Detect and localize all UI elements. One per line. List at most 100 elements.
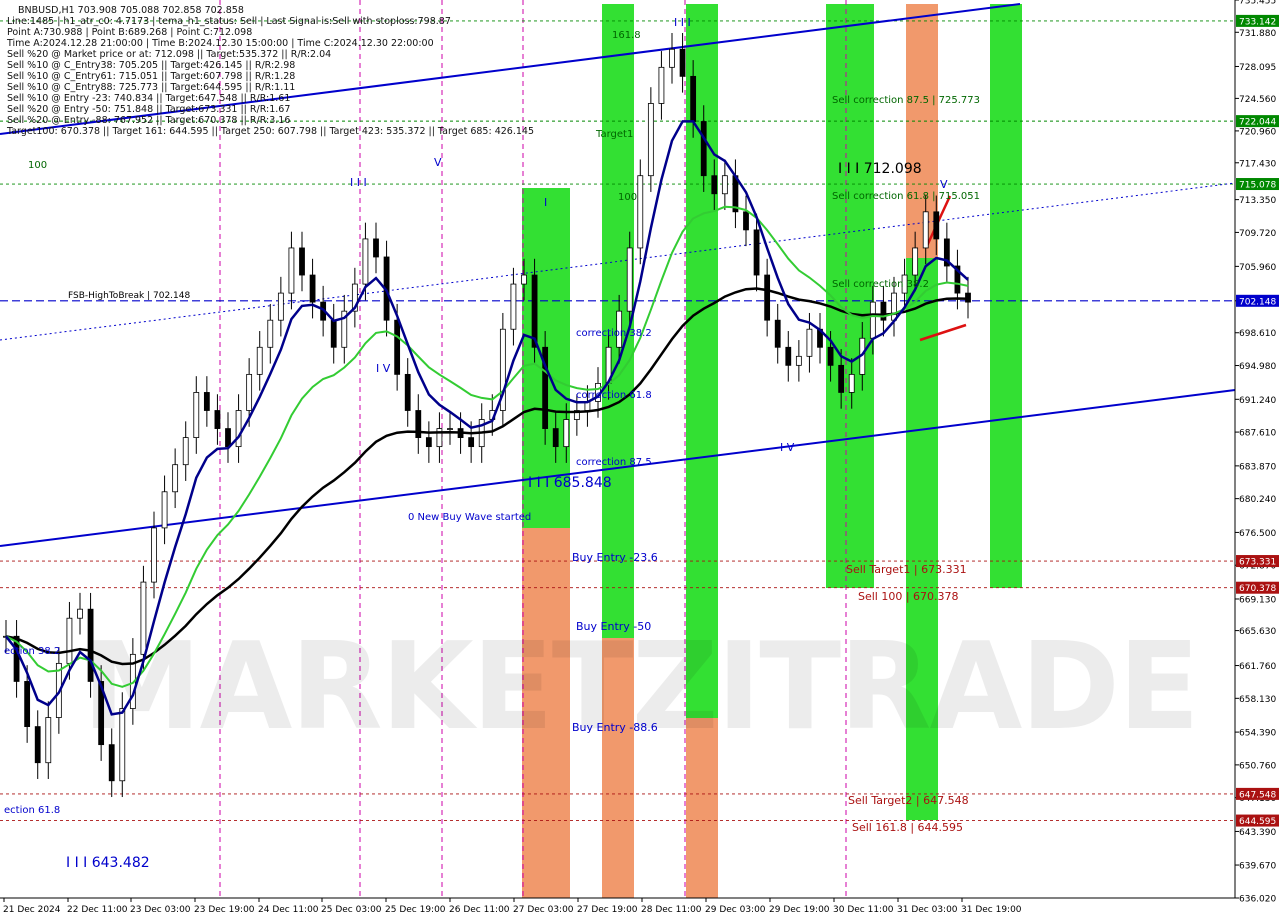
annotation-label: I V <box>376 362 391 375</box>
candle <box>214 410 221 429</box>
info-line: Sell %10 @ C_Entry38: 705.205 || Target:… <box>7 60 295 71</box>
y-tick-label: 720.960 <box>1239 127 1276 137</box>
x-tick-label: 23 Dec 19:00 <box>194 905 255 915</box>
annotation-label: I I I 685.848 <box>528 475 612 491</box>
y-tick-label: 669.130 <box>1239 595 1276 605</box>
info-line: Sell %20 @ Market price or at: 712.098 |… <box>7 49 331 60</box>
candle <box>151 527 157 583</box>
annotation-label: 0 New Buy Wave started <box>408 512 531 523</box>
info-line: Time A:2024.12.28 21:00:00 | Time B:2024… <box>6 38 434 49</box>
level-price-label: 647.548 <box>1239 790 1276 800</box>
x-tick-label: 27 Dec 03:00 <box>513 905 574 915</box>
info-line: Point A:730.988 | Point B:689.268 | Poin… <box>7 27 252 38</box>
info-line: Sell %10 @ Entry -23: 740.834 || Target:… <box>7 93 290 104</box>
candle <box>658 66 665 104</box>
y-tick-label: 658.130 <box>1239 695 1276 705</box>
annotation-label: I <box>544 196 547 209</box>
candle <box>45 717 52 764</box>
y-tick-label: 643.390 <box>1239 828 1276 838</box>
x-tick-label: 27 Dec 19:00 <box>577 905 638 915</box>
y-axis-panel <box>1235 0 1280 920</box>
info-line: Sell %20 @ Entry -88: 767.952 || Target:… <box>7 115 290 126</box>
level-price-label: 670.378 <box>1239 584 1276 594</box>
candle <box>933 211 940 240</box>
candle <box>531 274 538 348</box>
info-line: Sell %10 @ C_Entry61: 715.051 || Target:… <box>7 71 295 82</box>
annotation-label: V <box>434 156 442 169</box>
annotation-label: V <box>940 178 948 191</box>
y-tick-label: 705.960 <box>1239 263 1276 273</box>
candle <box>785 346 792 366</box>
annotation-label: Sell correction 38.2 <box>832 279 929 290</box>
candle <box>700 121 707 177</box>
candle <box>637 175 644 249</box>
annotation-label: I I I <box>674 16 691 29</box>
candle <box>468 437 475 448</box>
annotation-label: I V <box>780 441 795 454</box>
y-tick-label: 728.095 <box>1239 63 1276 73</box>
candle <box>669 48 675 68</box>
annotation-label: 100 <box>618 192 637 203</box>
y-tick-label: 691.240 <box>1239 396 1276 406</box>
candle <box>922 211 929 249</box>
annotation-label: Sell correction 61.8 | 715.051 <box>832 191 980 202</box>
zone-band <box>826 4 874 588</box>
y-tick-label: 713.350 <box>1239 196 1276 206</box>
y-tick-label: 717.430 <box>1239 159 1276 169</box>
candle <box>277 292 284 321</box>
watermark: MARKETZITRADE <box>82 618 1200 757</box>
candle <box>891 292 897 321</box>
candle <box>77 608 83 619</box>
candle <box>119 708 126 782</box>
candle <box>394 319 401 375</box>
candle <box>743 211 749 231</box>
candle <box>552 428 559 448</box>
y-tick-label: 683.870 <box>1239 462 1276 472</box>
annotation-label: I I I 643.482 <box>66 855 150 871</box>
candle <box>225 428 231 448</box>
candle <box>172 464 179 493</box>
candle <box>108 744 115 782</box>
info-line: BNBUSD,H1 703.908 705.088 702.858 702.85… <box>18 5 244 16</box>
y-tick-label: 676.500 <box>1239 529 1276 539</box>
y-tick-label: 661.760 <box>1239 662 1276 672</box>
y-tick-label: 694.980 <box>1239 362 1276 372</box>
candle <box>795 355 802 366</box>
candle <box>521 274 527 285</box>
candle <box>330 319 337 348</box>
candle <box>182 437 189 466</box>
candle <box>373 238 379 258</box>
y-tick-label: 724.560 <box>1239 95 1276 105</box>
annotation-label: correction 87.5 <box>576 457 652 468</box>
candle <box>764 274 771 321</box>
candle <box>415 410 422 438</box>
candle <box>267 319 274 348</box>
x-tick-label: 26 Dec 11:00 <box>449 905 510 915</box>
candle <box>161 491 168 529</box>
annotation-label: I I I 712.098 <box>838 161 922 177</box>
x-tick-label: 29 Dec 19:00 <box>769 905 830 915</box>
candle <box>447 428 453 430</box>
watermark-text: MARKETZITRADE <box>82 618 1198 757</box>
y-tick-label: 698.610 <box>1239 329 1276 339</box>
x-tick-label: 21 Dec 2024 <box>3 905 61 915</box>
candle <box>404 373 411 411</box>
level-price-label: 702.148 <box>1239 297 1276 307</box>
annotation-label: Sell correction 87.5 | 725.773 <box>832 95 980 106</box>
info-line: Sell %10 @ C_Entry88: 725.773 || Target:… <box>7 82 295 93</box>
y-tick-label: 654.390 <box>1239 729 1276 739</box>
candle <box>848 373 855 393</box>
annotation-label: ection 61.8 <box>4 805 60 816</box>
x-tick-label: 31 Dec 19:00 <box>961 905 1022 915</box>
candle <box>806 328 813 357</box>
price-chart: MARKETZITRADE 161.8 Target1 100 100 I I I I I… <box>0 0 1280 920</box>
zone-band <box>906 4 938 258</box>
candle <box>869 301 876 339</box>
candle <box>246 373 253 411</box>
annotation-label: 100 <box>28 160 47 171</box>
candle <box>711 175 718 195</box>
y-tick-label: 665.630 <box>1239 627 1276 637</box>
annotation-label: correction 61.8 <box>576 390 652 401</box>
y-tick-label: 636.020 <box>1239 895 1276 905</box>
annotation-label: Buy Entry -23.6 <box>572 551 658 564</box>
